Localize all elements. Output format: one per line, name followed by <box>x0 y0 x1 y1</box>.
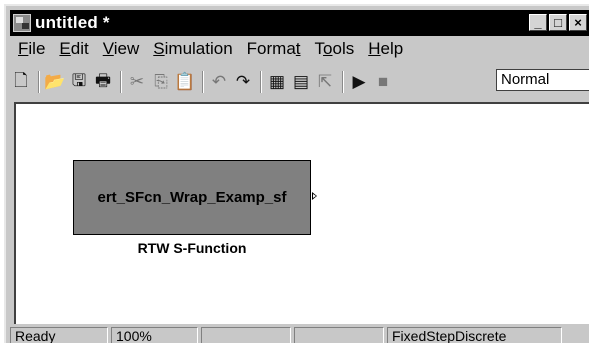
toolbar-separator <box>202 71 204 93</box>
menu-bar: File Edit View Simulation Format Tools H… <box>10 37 589 61</box>
menu-help[interactable]: Help <box>368 39 403 59</box>
maximize-button[interactable]: □ <box>549 14 567 31</box>
library-browser-icon[interactable]: ▦ <box>266 71 288 93</box>
menu-file[interactable]: File <box>18 39 45 59</box>
start-simulation-icon[interactable]: ▶ <box>348 71 370 93</box>
stop-simulation-icon[interactable]: ■ <box>372 71 394 93</box>
print-icon[interactable]: 🖶 <box>92 71 114 93</box>
close-button[interactable]: × <box>569 14 587 31</box>
status-bar: Ready 100% FixedStepDiscrete <box>10 327 589 343</box>
paste-icon[interactable]: 📋 <box>174 71 196 93</box>
status-empty-1 <box>201 327 291 343</box>
simulation-mode-select[interactable]: Normal <box>496 69 589 91</box>
s-function-block-label: ert_SFcn_Wrap_Examp_sf <box>97 189 287 206</box>
new-model-icon[interactable]: 🗋 <box>10 71 32 93</box>
menu-format[interactable]: Format <box>247 39 301 59</box>
minimize-button[interactable]: _ <box>529 14 547 31</box>
save-icon[interactable]: 🖫 <box>68 71 90 93</box>
title-bar[interactable]: untitled * _ □ × <box>10 10 589 36</box>
redo-icon[interactable]: ↷ <box>232 71 254 93</box>
menu-simulation[interactable]: Simulation <box>153 39 232 59</box>
undo-icon[interactable]: ↶ <box>208 71 230 93</box>
status-state: Ready <box>10 327 108 343</box>
menu-tools[interactable]: Tools <box>315 39 355 59</box>
s-function-block-caption[interactable]: RTW S-Function <box>73 240 311 256</box>
toolbar-separator <box>120 71 122 93</box>
toolbar-separator <box>260 71 262 93</box>
status-solver: FixedStepDiscrete <box>387 327 562 343</box>
toolbar: 🗋 📂 🖫 🖶 ✂ ⎘ 📋 ↶ ↷ ▦ ▤ ⇱ ▶ ■ Normal <box>10 66 589 98</box>
toolbar-separator <box>38 71 40 93</box>
go-to-parent-icon[interactable]: ⇱ <box>314 71 336 93</box>
menu-view[interactable]: View <box>103 39 140 59</box>
open-icon[interactable]: 📂 <box>44 71 66 93</box>
menu-edit[interactable]: Edit <box>59 39 88 59</box>
model-browser-icon[interactable]: ▤ <box>290 71 312 93</box>
toolbar-separator <box>342 71 344 93</box>
status-empty-2 <box>294 327 384 343</box>
window-controls: _ □ × <box>529 14 587 31</box>
model-window: untitled * _ □ × File Edit View Simulati… <box>4 4 589 343</box>
status-zoom: 100% <box>111 327 198 343</box>
s-function-block[interactable]: ert_SFcn_Wrap_Examp_sf <box>73 160 311 235</box>
window-title: untitled * <box>35 13 110 32</box>
model-canvas[interactable]: ert_SFcn_Wrap_Examp_sf RTW S-Function <box>14 102 589 324</box>
copy-icon[interactable]: ⎘ <box>150 71 172 93</box>
output-port-icon[interactable] <box>312 192 317 200</box>
simulink-app-icon[interactable] <box>13 14 31 32</box>
cut-icon[interactable]: ✂ <box>126 71 148 93</box>
